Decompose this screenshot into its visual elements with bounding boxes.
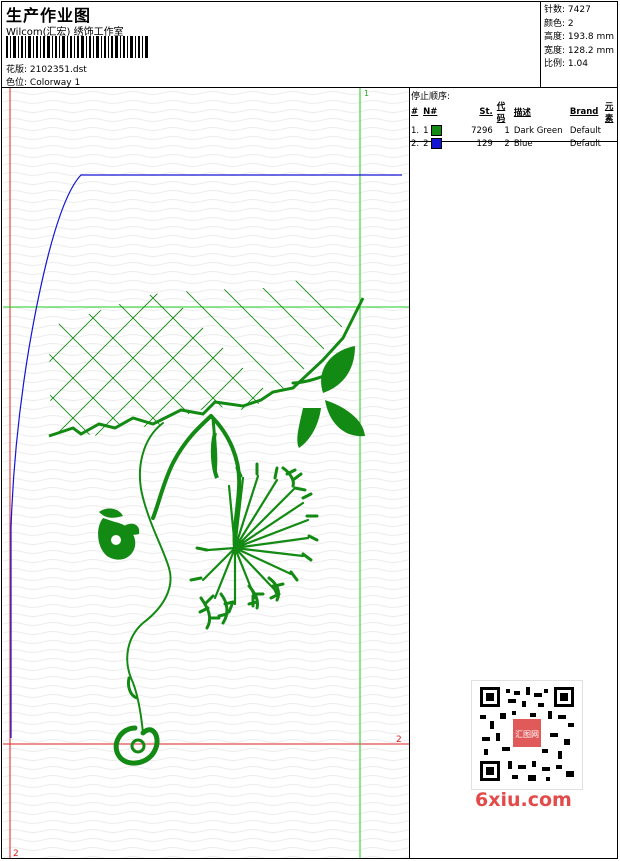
stop-stitches: 129 [476,138,493,149]
needle-number: 1 [423,126,429,136]
color-swatch [431,138,443,149]
stop-needle: 2 [421,137,469,150]
stop-sequence-table: # N# St. 代码 描述 Brand 元素 1. 1 7296 1 Dark… [409,100,620,150]
barcode [6,36,148,58]
guide-label-top: 1 [364,89,369,98]
watermark-text: 6xiu.com [475,789,572,811]
stop-element [603,124,620,137]
design-height: 高度: 193.8 mm [544,32,615,42]
stats-panel: 针数: 7427 颜色: 2 高度: 193.8 mm 宽度: 128.2 mm… [544,4,614,72]
qr-code: 汇图网 [471,680,583,790]
design-label: 花版: [6,65,28,75]
stop-row: 1. 1 7296 1 Dark Green Default [409,124,620,137]
design-file-row: 花版: 2102351.dst [6,62,87,75]
color-count: 颜色: 2 [544,18,574,29]
colorway-label: 色位: [6,78,28,88]
col-brand: Brand [569,107,599,117]
stop-brand: Default [569,125,601,136]
needle-number: 2 [423,139,429,149]
guide-label-right: 2 [396,735,402,745]
colorway-row: 色位: Colorway 1 [6,75,80,88]
design-scale: 比例: 1.04 [544,59,588,69]
qr-code-pattern: 汇图网 [480,687,574,781]
col-code: 代码 [496,102,506,124]
design-width: 宽度: 128.2 mm [544,45,615,56]
col-element: 元素 [604,102,614,124]
col-stitches: St. [479,107,493,117]
stitch-count: 针数: 7427 [544,5,591,15]
stop-description: Blue [513,138,533,149]
stop-code: 2 [504,138,510,149]
stop-description: Dark Green [513,125,563,136]
stop-brand: Default [569,138,601,149]
panel-divider [409,88,410,859]
stats-divider [540,2,541,87]
embroidery-canvas: 1 2 2 [3,88,409,858]
stop-stitches: 7296 [471,125,493,136]
design-value: 2102351.dst [29,65,87,75]
bud-center [109,533,123,547]
stop-index: 2. [411,138,420,149]
stop-needle: 1 [421,124,469,137]
stop-element [603,137,620,150]
stop-code: 1 [504,125,510,136]
col-needle: N# [423,107,438,117]
qr-stamp: 汇图网 [515,730,539,739]
color-swatch [431,125,443,136]
stop-row: 2. 2 129 2 Blue Default [409,137,620,150]
guide-label-bottom: 2 [13,849,19,858]
stop-index: 1. [411,125,420,136]
col-description: 描述 [513,108,531,118]
colorway-value: Colorway 1 [29,78,81,88]
stop-table-header: # N# St. 代码 描述 Brand 元素 [409,100,620,124]
col-index: # [411,107,419,117]
